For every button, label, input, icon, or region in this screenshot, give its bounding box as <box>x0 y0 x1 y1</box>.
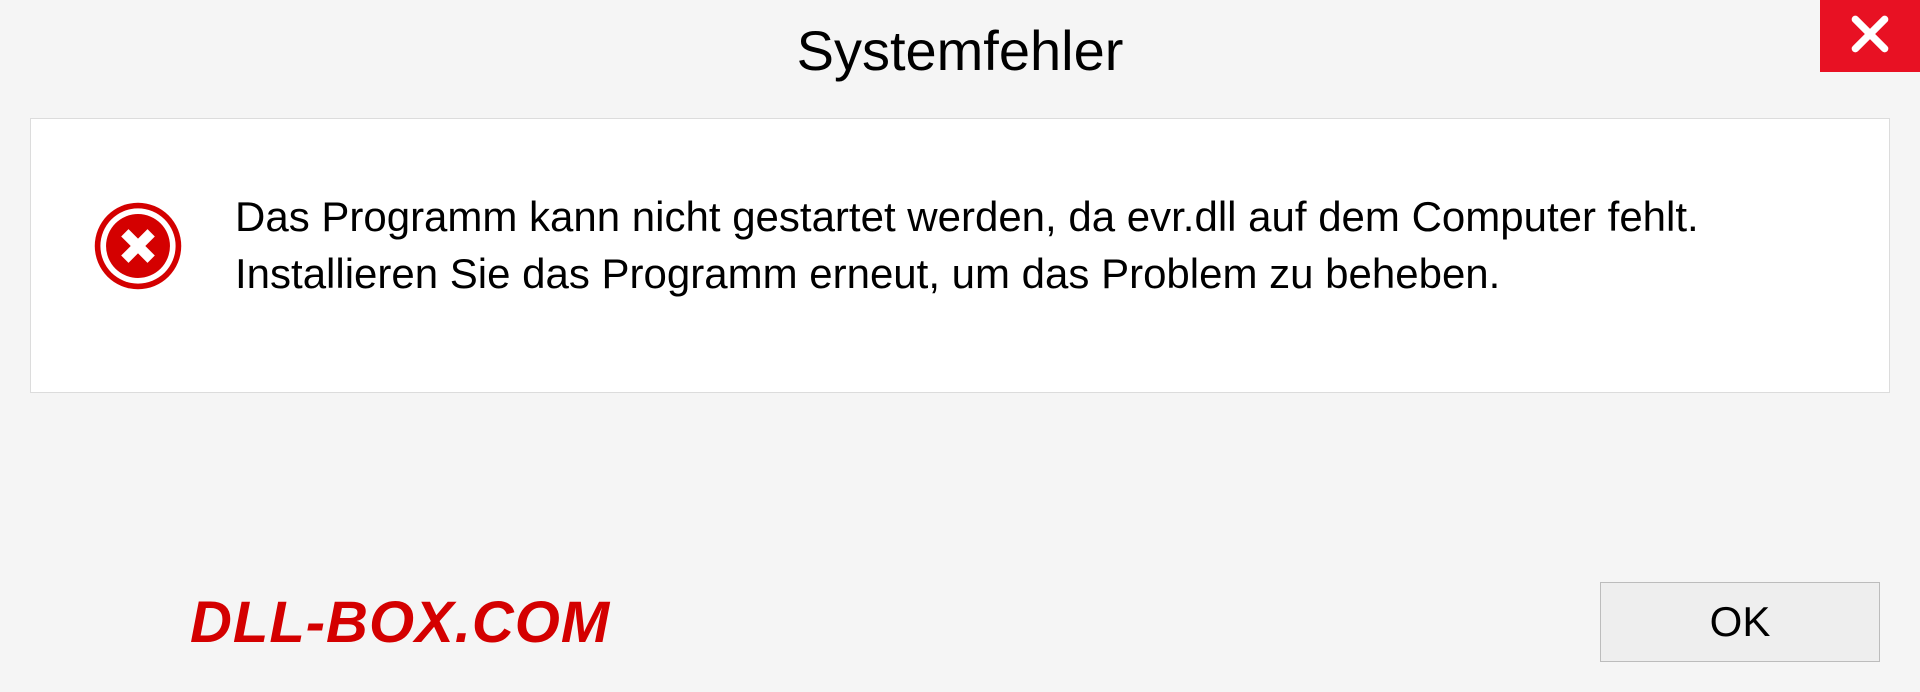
titlebar: Systemfehler <box>0 0 1920 100</box>
ok-button[interactable]: OK <box>1600 582 1880 662</box>
error-dialog: Systemfehler Das Programm kann nicht ges… <box>0 0 1920 692</box>
error-icon <box>91 199 185 293</box>
watermark-text: DLL-BOX.COM <box>190 589 610 656</box>
dialog-title: Systemfehler <box>797 18 1124 83</box>
close-button[interactable] <box>1820 0 1920 72</box>
ok-button-label: OK <box>1710 598 1771 646</box>
close-icon <box>1848 12 1892 61</box>
error-message: Das Programm kann nicht gestartet werden… <box>235 189 1715 302</box>
footer: DLL-BOX.COM OK <box>0 582 1920 662</box>
content-panel: Das Programm kann nicht gestartet werden… <box>30 118 1890 393</box>
